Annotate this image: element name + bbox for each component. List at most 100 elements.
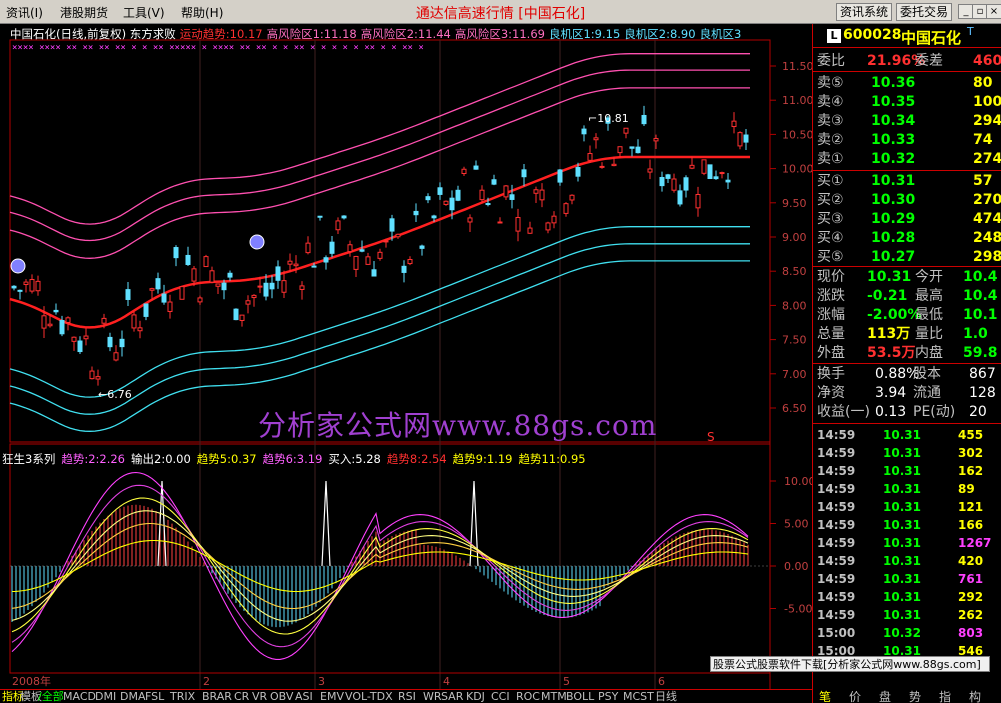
candle-body (65, 317, 71, 323)
panel-tab[interactable]: 势 (909, 688, 921, 703)
buy-spike (469, 480, 479, 567)
stat-label: 涨跌 (817, 288, 845, 304)
weicha-value: 460 (973, 53, 1001, 69)
indicator-tab[interactable]: PSY (598, 690, 618, 703)
indicator-tab[interactable]: TRIX (170, 690, 195, 703)
panel-tab[interactable]: 价 (849, 688, 861, 703)
indicator-tab[interactable]: FSL (145, 690, 164, 703)
stat-label: 涨幅 (817, 307, 845, 323)
indicator-tab[interactable]: CCI (491, 690, 510, 703)
risk-band-1 (9, 87, 750, 259)
stat-value: 53.5万 (867, 345, 916, 361)
indicator-tab[interactable]: ROC (516, 690, 540, 703)
stat-row[interactable]: 涨跌 -0.21 最高 10.4 (813, 287, 1001, 306)
indicator-legend-item: 买入:5.28 (328, 452, 381, 466)
candle-body (101, 317, 107, 324)
panel-divider (813, 170, 1001, 171)
indicator-tab[interactable]: VOL-TDX (345, 690, 393, 703)
candle-body (89, 370, 95, 380)
tick-p: 10.31 (883, 428, 921, 442)
ask-volume: 100 (973, 94, 1001, 110)
stat-label: 今开 (915, 269, 943, 285)
indicator-tab[interactable]: ASI (295, 690, 313, 703)
candle-body (719, 172, 725, 175)
y-tick-label: 11.00 (782, 94, 812, 107)
stock-code: 600028 (843, 27, 902, 43)
tick-t: 14:59 (817, 428, 856, 442)
panel-tab[interactable]: 构 (969, 688, 981, 703)
stat-row[interactable]: 总量 113万 量比 1.0 (813, 325, 1001, 344)
indicator-tab[interactable]: DMA (120, 690, 146, 703)
ask-row[interactable]: 卖④ 10.35 100 (813, 93, 1001, 112)
stat-row[interactable]: 涨幅 -2.00% 最低 10.1 (813, 306, 1001, 325)
ask-row[interactable]: 卖③ 10.34 294 (813, 112, 1001, 131)
main-legend-item: 中国石化(日线,前复权) 东方求败 (10, 27, 176, 40)
candle-body (743, 134, 749, 143)
stat-label: 流通 (913, 385, 941, 401)
tick-row: 14:59 10.31 761 (813, 570, 1001, 588)
bid-row[interactable]: 买④ 10.28 248 (813, 229, 1001, 248)
tick-row: 14:59 10.31 302 (813, 444, 1001, 462)
close-button[interactable]: × (986, 4, 1001, 19)
indicator-tab[interactable]: VR (252, 690, 267, 703)
indicator-tab[interactable]: /全部 (38, 690, 64, 703)
menu-tools[interactable]: 工具(V) (123, 4, 165, 21)
candle-body (107, 336, 113, 348)
candle-body (449, 197, 455, 211)
indicator-tab[interactable]: WR (423, 690, 442, 703)
menu-hk-futures[interactable]: 港股期货 (60, 4, 108, 21)
bid-row[interactable]: 买⑤ 10.27 298 (813, 248, 1001, 267)
indicator-tab[interactable]: SAR (441, 690, 463, 703)
tick-p: 10.31 (883, 482, 921, 496)
stat-row[interactable]: 收益(一) 0.13 PE(动) 20 (813, 403, 1001, 422)
panel-tab[interactable]: 盘 (879, 688, 891, 703)
bid-row[interactable]: 买③ 10.29 474 (813, 210, 1001, 229)
tick-t: 14:59 (817, 518, 856, 532)
stat-value: 128 (969, 385, 996, 401)
indicator-tab[interactable]: MACD (63, 690, 96, 703)
main-legend-item: 良机区1:9.15 (548, 27, 621, 40)
indicator-tab[interactable]: BOLL (566, 690, 594, 703)
indicator-tab[interactable]: EMV (320, 690, 344, 703)
weibi-row: 委比 21.96% 委差 460 (813, 52, 1001, 71)
bid-price: 10.30 (871, 192, 916, 208)
indicator-legend-item: 趋势:2:2.26 (61, 452, 125, 466)
panel-divider (813, 423, 1001, 424)
stat-row[interactable]: 外盘 53.5万 内盘 59.8 (813, 344, 1001, 363)
indicator-tab[interactable]: KDJ (466, 690, 485, 703)
indicator-tab[interactable]: CR (234, 690, 249, 703)
stat-row[interactable]: 现价 10.31 今开 10.4 (813, 268, 1001, 287)
weicha-label: 委差 (915, 53, 943, 69)
indicator-tab[interactable]: BRAR (202, 690, 232, 703)
candle-body (521, 169, 527, 178)
indicator-tab[interactable]: RSI (398, 690, 416, 703)
indicator-tab[interactable]: 日线 (655, 690, 677, 703)
indicator-tab[interactable]: DMI (95, 690, 116, 703)
indicator-tab[interactable]: MTM (541, 690, 567, 703)
candle-body (539, 189, 545, 201)
ask-row[interactable]: 卖① 10.32 274 (813, 150, 1001, 169)
chart-area[interactable]: 11.50 11.00 10.50 10.00 9.50 9.00 8.50 8.00 7.50… (0, 24, 816, 689)
order-trade-button[interactable]: 委托交易 (896, 3, 953, 21)
info-system-button[interactable]: 资讯系统 (836, 3, 893, 21)
bid-row[interactable]: 买② 10.30 270 (813, 191, 1001, 210)
main-legend-item: 高风险区2:11.44 (360, 27, 451, 40)
tick-row: 15:00 10.32 803 (813, 624, 1001, 642)
stat-row[interactable]: 净资 3.94 流通 128 (813, 384, 1001, 403)
candle-body (395, 233, 401, 238)
y-tick-label: 7.00 (782, 368, 807, 381)
indicator-tab[interactable]: OBV (270, 690, 293, 703)
menu-info[interactable]: 资讯(I) (6, 4, 43, 21)
candle-body (689, 164, 695, 169)
ind-tick-label: 5.00 (784, 518, 809, 531)
ask-row[interactable]: 卖② 10.33 74 (813, 131, 1001, 150)
panel-tab[interactable]: 笔 (819, 688, 831, 703)
indicator-tab[interactable]: MCST (623, 690, 654, 703)
panel-tab[interactable]: 指 (939, 688, 951, 703)
stat-value: -2.00% (867, 307, 922, 323)
menu-help[interactable]: 帮助(H) (181, 4, 223, 21)
stat-row[interactable]: 换手 0.88% 股本 867 (813, 365, 1001, 384)
ask-row[interactable]: 卖⑤ 10.36 80 (813, 74, 1001, 93)
bid-row[interactable]: 买① 10.31 57 (813, 172, 1001, 191)
kline-chart[interactable]: 11.50 11.00 10.50 10.00 9.50 9.00 8.50 8.00 7.50… (0, 24, 816, 689)
